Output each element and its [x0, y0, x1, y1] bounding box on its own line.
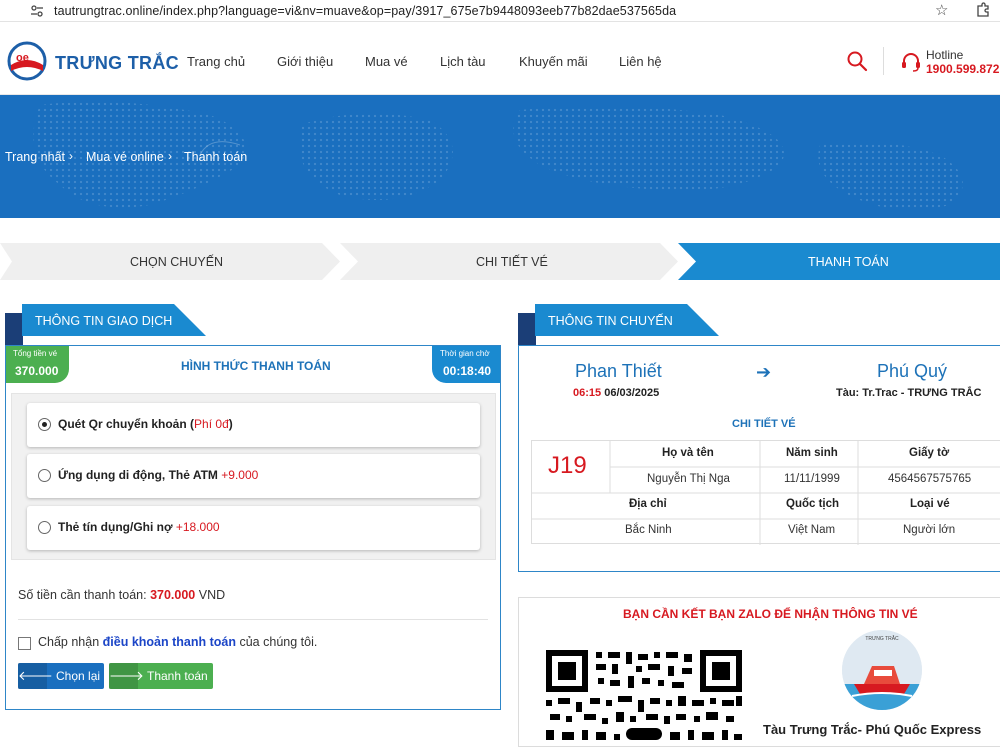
ship-image: TRƯNG TRẮC — [842, 630, 922, 710]
nav-schedule[interactable]: Lịch tàu — [440, 54, 486, 69]
departure-port: Phan Thiết — [575, 361, 662, 381]
value-nationality: Việt Nam — [788, 524, 836, 536]
arrow-left-icon: 🡐 — [18, 663, 53, 689]
value-birth-year: 11/11/1999 — [784, 473, 840, 485]
terms-text: Chấp nhận điều khoản thanh toán của chún… — [38, 635, 317, 649]
total-label: Tổng tiền vé — [13, 349, 58, 358]
option-qr-fee: Phí 0đ — [194, 417, 229, 431]
zalo-title: BẠN CẦN KẾT BẠN ZALO ĐỂ NHẬN THÔNG TIN V… — [623, 607, 918, 621]
ticket-detail-title: CHI TIẾT VÉ — [732, 418, 796, 430]
value-fullname: Nguyễn Thị Nga — [647, 473, 730, 485]
amount-due: Số tiền cần thanh toán: 370.000 VND — [18, 588, 225, 602]
choose-again-label: Chọn lại — [56, 669, 101, 683]
terms-suffix: của chúng tôi. — [239, 635, 318, 649]
header-nationality: Quốc tịch — [786, 498, 840, 510]
url-text[interactable]: tautrungtrac.online/index.php?language=v… — [54, 4, 676, 18]
header-id-doc: Giấy tờ — [909, 447, 950, 459]
value-address: Bắc Ninh — [625, 524, 672, 536]
option-atm-fee: +9.000 — [221, 468, 259, 482]
site-header: oe TRƯNG TRẮC Trang chủ Giới thiệu Mua v… — [0, 23, 1000, 95]
departure-time: 06:15 — [573, 387, 602, 399]
step-ticket-details[interactable]: CHI TIẾT VÉ — [476, 255, 548, 269]
departure-datetime: 06:15 06/03/2025 — [573, 387, 659, 399]
payment-option-label: Ứng dụng di động, Thẻ ATM +9.000 — [58, 468, 258, 482]
nav-home[interactable]: Trang chủ — [187, 54, 245, 69]
page-banner: Trang nhất › Mua vé online › Thanh toán — [0, 95, 1000, 218]
header-fullname: Họ và tên — [662, 447, 714, 459]
payment-method-title: HÌNH THỨC THANH TOÁN — [181, 359, 331, 373]
brand-logo[interactable]: oe — [5, 41, 49, 81]
nav-about[interactable]: Giới thiệu — [277, 54, 333, 69]
terms-prefix: Chấp nhận — [38, 635, 100, 649]
value-ticket-type: Người lớn — [903, 524, 956, 536]
bookmark-star-icon[interactable]: ☆ — [935, 1, 948, 19]
zalo-qr-code[interactable] — [546, 650, 742, 740]
transaction-tab-title: THÔNG TIN GIAO DỊCH — [35, 314, 173, 328]
arrow-right-icon: ➔ — [756, 362, 772, 382]
amount-due-label: Số tiền cần thanh toán: — [18, 588, 147, 602]
breadcrumb-separator-icon: › — [69, 149, 73, 163]
breadcrumb-home[interactable]: Trang nhất — [5, 150, 65, 164]
zalo-account-name: Tàu Trưng Trắc- Phú Quốc Express — [763, 722, 982, 737]
zalo-avatar[interactable]: TRƯNG TRẮC — [842, 630, 922, 710]
pay-button[interactable]: 🡒 Thanh toán — [109, 663, 213, 689]
header-divider — [883, 47, 884, 75]
arrival-port: Phú Quý — [877, 361, 948, 381]
option-card-text: Thẻ tín dụng/Ghi nợ — [58, 520, 173, 534]
terms-link[interactable]: điều khoản thanh toán — [103, 635, 236, 649]
payment-option-label: Thẻ tín dụng/Ghi nợ +18.000 — [58, 520, 220, 534]
radio-atm[interactable] — [38, 469, 51, 482]
total-badge: Tổng tiền vé 370.000 — [6, 346, 69, 383]
choose-again-button[interactable]: 🡐 Chọn lại — [18, 663, 104, 689]
radio-card[interactable] — [38, 521, 51, 534]
payment-option-qr[interactable]: Quét Qr chuyển khoản (Phí 0đ) — [27, 403, 480, 447]
amount-due-value: 370.000 — [150, 588, 196, 602]
header-ticket-type: Loại vé — [910, 498, 950, 510]
svg-text:TRƯNG TRẮC: TRƯNG TRẮC — [865, 634, 899, 642]
seat-number: J19 — [548, 452, 587, 479]
payment-option-card[interactable]: Thẻ tín dụng/Ghi nợ +18.000 — [27, 506, 480, 550]
svg-text:oe: oe — [16, 52, 29, 64]
total-value: 370.000 — [15, 364, 59, 378]
amount-due-unit: VND — [198, 588, 226, 602]
value-id-doc: 4564567575765 — [888, 473, 972, 485]
option-qr-text: Quét Qr chuyển khoản — [58, 417, 187, 431]
divider — [18, 619, 488, 620]
headset-icon — [902, 53, 920, 72]
trip-tab-title: THÔNG TIN CHUYẾN — [548, 314, 673, 328]
nav-contact[interactable]: Liên hệ — [619, 54, 662, 69]
countdown-badge: Thời gian chờ 00:18:40 — [432, 346, 500, 383]
departure-date: 06/03/2025 — [604, 387, 660, 399]
option-atm-text: Ứng dụng di động, Thẻ ATM — [58, 468, 218, 482]
brand-name[interactable]: TRƯNG TRẮC — [55, 53, 179, 74]
breadcrumb-buy-online[interactable]: Mua vé online — [86, 150, 164, 164]
nav-buy-ticket[interactable]: Mua vé — [365, 54, 408, 69]
browser-address-bar: tautrungtrac.online/index.php?language=v… — [0, 0, 1000, 22]
breadcrumb-current: Thanh toán — [184, 150, 248, 164]
search-icon[interactable] — [846, 50, 868, 72]
radio-qr[interactable] — [38, 418, 51, 431]
nav-promotions[interactable]: Khuyến mãi — [519, 54, 588, 69]
breadcrumb-separator-icon: › — [168, 149, 172, 163]
header-birth-year: Năm sinh — [786, 447, 838, 459]
hotline-number[interactable]: 1900.599.872 — [926, 62, 999, 76]
step-choose-trip[interactable]: CHỌN CHUYẾN — [130, 255, 223, 269]
step-payment: THANH TOÁN — [808, 255, 889, 269]
terms-checkbox[interactable] — [18, 637, 31, 650]
ship-name: Tàu: Tr.Trac - TRƯNG TRẮC — [836, 387, 982, 399]
payment-option-atm[interactable]: Ứng dụng di động, Thẻ ATM +9.000 — [27, 454, 480, 498]
extensions-icon[interactable] — [975, 2, 991, 18]
hotline-label: Hotline — [926, 48, 964, 62]
countdown-value: 00:18:40 — [443, 364, 492, 378]
payment-option-label: Quét Qr chuyển khoản (Phí 0đ) — [58, 417, 233, 431]
option-card-fee: +18.000 — [175, 520, 220, 534]
pay-button-label: Thanh toán — [147, 669, 208, 683]
countdown-label: Thời gian chờ — [440, 349, 490, 358]
site-settings-icon[interactable] — [30, 4, 44, 18]
arrow-right-icon: 🡒 — [109, 663, 144, 689]
header-address: Địa chỉ — [629, 498, 667, 510]
